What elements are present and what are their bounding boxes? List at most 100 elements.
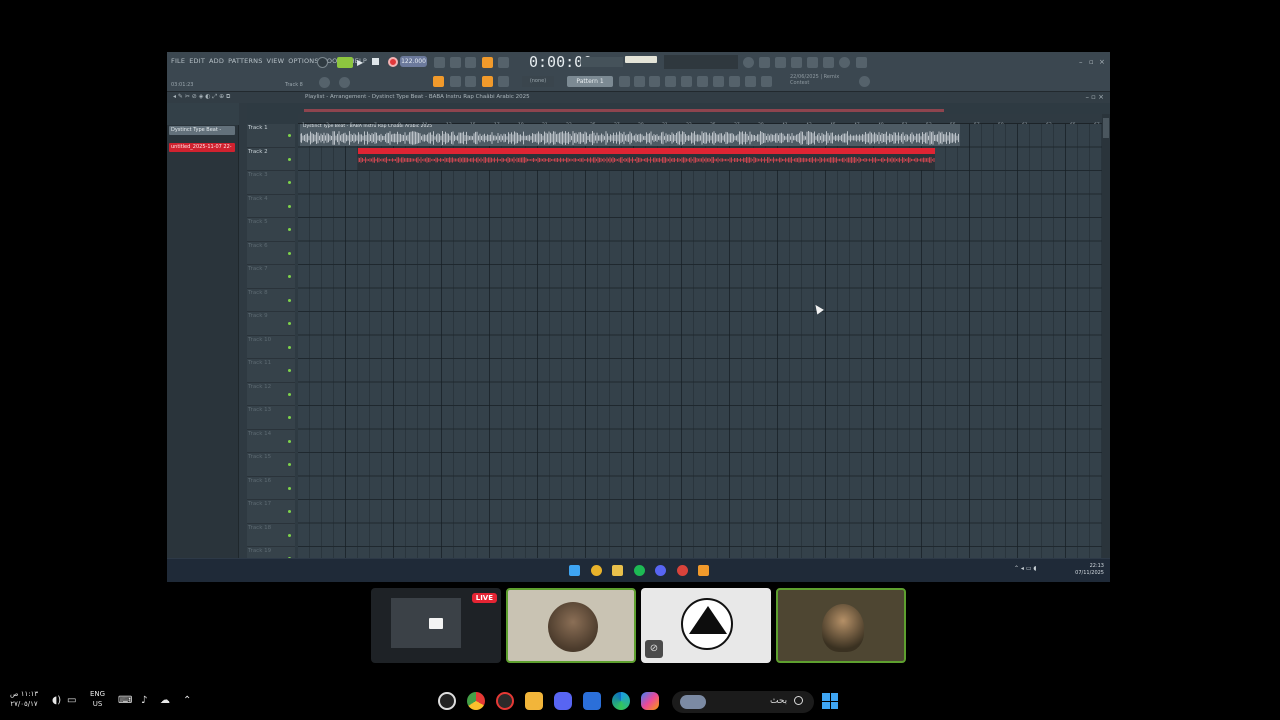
add-pattern-icon[interactable] <box>619 76 630 87</box>
draw-tool-icon[interactable] <box>465 76 476 87</box>
track-enable-led[interactable] <box>288 345 291 349</box>
playlist-view-icon[interactable] <box>634 76 645 87</box>
piano-roll-icon[interactable] <box>649 76 660 87</box>
track-enable-led[interactable] <box>288 486 291 490</box>
touch-keyboard-icon[interactable] <box>729 76 740 87</box>
track-header[interactable]: Track 15 <box>247 453 295 477</box>
chrome-icon[interactable] <box>591 565 602 576</box>
track-header[interactable]: Track 5 <box>247 218 295 242</box>
mixer-icon[interactable] <box>681 76 692 87</box>
track-header[interactable]: Track 14 <box>247 430 295 453</box>
shared-tray-icons[interactable]: ⌃ ◂ ▭ ◖ <box>1014 565 1037 572</box>
pattern-selector[interactable]: Pattern 1 <box>567 76 613 87</box>
blend-notes-icon[interactable] <box>498 57 509 68</box>
maximize-button[interactable]: ▫ <box>1089 58 1094 66</box>
taskbar-search[interactable]: بحث <box>672 691 814 713</box>
track-enable-led[interactable] <box>288 181 291 184</box>
picker-toolbar[interactable] <box>167 103 239 125</box>
track-enable-led[interactable] <box>288 392 291 396</box>
close-button[interactable]: × <box>1099 58 1105 66</box>
windows-start-icon[interactable] <box>822 693 838 709</box>
file-explorer-icon[interactable] <box>525 692 543 710</box>
copilot-icon[interactable] <box>641 692 659 710</box>
menu-view[interactable]: VIEW <box>267 57 285 65</box>
plugin-picker-icon[interactable] <box>713 76 724 87</box>
snap-knob-icon[interactable] <box>317 57 328 68</box>
track-header[interactable]: Track 13 <box>247 406 295 430</box>
tempo-display[interactable]: 122.000 <box>400 56 427 67</box>
settings-icon[interactable] <box>438 692 456 710</box>
menu-file[interactable]: FILE <box>171 57 185 65</box>
track-enable-led[interactable] <box>288 416 291 419</box>
system-clock[interactable]: ١١:١٣ ص ٢٧/٠٥/١٧ <box>10 689 38 709</box>
store-icon[interactable] <box>583 692 601 710</box>
track-header[interactable]: Track 9 <box>247 312 295 336</box>
countdown-icon[interactable] <box>465 57 476 68</box>
language-indicator[interactable]: ENG US <box>90 689 105 709</box>
track-header[interactable]: Track 12 <box>247 383 295 406</box>
templates-icon[interactable] <box>761 76 772 87</box>
obs-icon[interactable] <box>677 565 688 576</box>
track-header[interactable]: Track 17 <box>247 500 295 524</box>
master-volume-icon[interactable] <box>339 77 350 88</box>
vertical-scrollbar[interactable] <box>1102 114 1110 582</box>
stamp-tool-icon[interactable] <box>498 76 509 87</box>
track-header[interactable]: Track 18 <box>247 524 295 547</box>
info-icon[interactable] <box>839 57 850 68</box>
stop-button[interactable] <box>372 58 379 65</box>
track-enable-led[interactable] <box>288 510 291 513</box>
menu-edit[interactable]: EDIT <box>189 57 205 65</box>
discord-icon[interactable] <box>655 565 666 576</box>
edge-icon[interactable] <box>612 692 630 710</box>
menu-options[interactable]: OPTIONS <box>288 57 318 65</box>
track-header[interactable]: Track 4 <box>247 195 295 218</box>
paint-tool-icon[interactable] <box>482 76 493 87</box>
picker-scroll[interactable] <box>239 103 247 582</box>
track-header[interactable]: Track 7 <box>247 265 295 289</box>
speaker-icon[interactable]: ◖) <box>52 695 61 706</box>
track-enable-led[interactable] <box>288 439 291 443</box>
playlist-icon[interactable] <box>433 76 444 87</box>
track-header[interactable]: Track 10 <box>247 336 295 359</box>
master-volume-slider[interactable] <box>625 56 657 63</box>
export-icon[interactable] <box>823 57 834 68</box>
track-header[interactable]: Track 6 <box>247 242 295 265</box>
wait-input-icon[interactable] <box>450 57 461 68</box>
fl-studio-icon[interactable] <box>698 565 709 576</box>
participant-tile-screen[interactable]: LIVE <box>371 588 501 663</box>
download-icon[interactable] <box>856 57 867 68</box>
track-enable-led[interactable] <box>288 322 291 325</box>
track-header[interactable]: Track 1 <box>247 124 295 148</box>
track-enable-led[interactable] <box>288 251 291 255</box>
browser-icon[interactable] <box>697 76 708 87</box>
picker-clip-beat[interactable]: Dystinct Type Beat - <box>169 126 235 135</box>
discord-icon[interactable] <box>554 692 572 710</box>
track-enable-led[interactable] <box>288 298 291 302</box>
audio-clip-recording[interactable]: untitled_2025-11-07 22-30-59_Main <box>358 148 935 170</box>
track-header[interactable]: Track 8 <box>247 289 295 312</box>
project-picker-icon[interactable] <box>745 76 756 87</box>
track-enable-led[interactable] <box>288 463 291 466</box>
minimize-button[interactable]: – <box>1079 58 1083 66</box>
playlist-tool-icons[interactable]: ◂ ✎ ✂ ⊘ ◈ ◐ ⤢ ⊕ ⧉ <box>173 93 230 101</box>
save-icon[interactable] <box>807 57 818 68</box>
spotify-icon[interactable] <box>634 565 645 576</box>
participant-tile-2[interactable] <box>506 588 636 663</box>
monitor-icon[interactable]: ▭ <box>67 695 76 706</box>
track-enable-led[interactable] <box>288 134 291 137</box>
scrollbar-thumb[interactable] <box>1103 118 1109 138</box>
playlist-grid[interactable]: Dystinct Type Beat - BABA Instru Rap Cha… <box>298 124 1102 582</box>
keyboard-icon[interactable]: ⌨ <box>118 695 132 706</box>
track-header[interactable]: Track 11 <box>247 359 295 383</box>
snap-selector[interactable]: (none) <box>522 76 554 87</box>
question-icon[interactable] <box>791 57 802 68</box>
obs-icon[interactable] <box>496 692 514 710</box>
file-explorer-icon[interactable] <box>612 565 623 576</box>
cut-icon[interactable] <box>759 57 770 68</box>
loop-record-icon[interactable] <box>482 57 493 68</box>
mic-icon[interactable]: ♪ <box>141 695 147 706</box>
loop-region[interactable] <box>304 109 944 112</box>
chevron-up-icon[interactable]: ⌃ <box>183 695 191 706</box>
menu-add[interactable]: ADD <box>209 57 224 65</box>
undo-icon[interactable] <box>743 57 754 68</box>
